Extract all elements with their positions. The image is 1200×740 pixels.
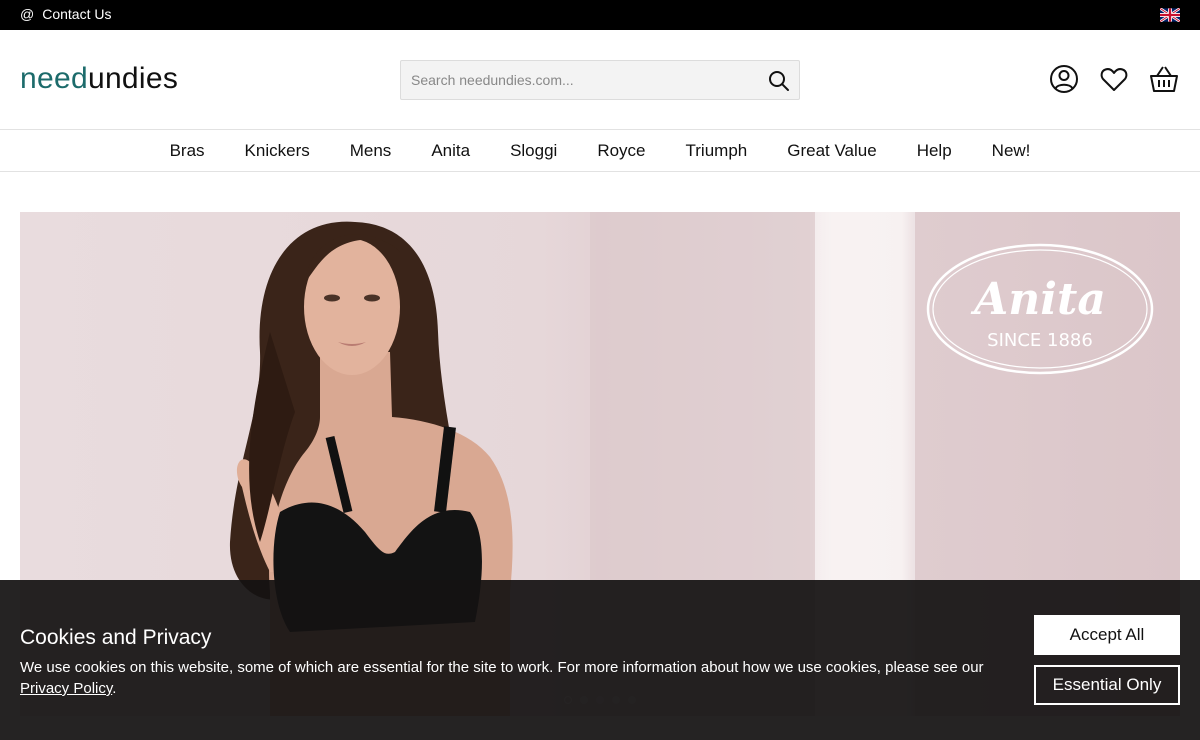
cookie-text: We use cookies on this website, some of … bbox=[20, 657, 1020, 699]
nav-item-mens[interactable]: Mens bbox=[350, 141, 392, 161]
header-icons bbox=[1048, 63, 1180, 95]
accept-all-button[interactable]: Accept All bbox=[1034, 615, 1180, 655]
anita-brand-logo: Anita SINCE 1886 bbox=[926, 243, 1154, 375]
site-logo[interactable]: needundies bbox=[20, 64, 178, 94]
account-icon[interactable] bbox=[1048, 63, 1080, 95]
cookie-text-end: . bbox=[112, 680, 117, 697]
site-header: needundies bbox=[0, 30, 1200, 130]
basket-icon[interactable] bbox=[1148, 63, 1180, 95]
nav-item-great-value[interactable]: Great Value bbox=[787, 141, 876, 161]
logo-part-undies: undies bbox=[87, 62, 179, 95]
nav-item-help[interactable]: Help bbox=[917, 141, 952, 161]
uk-flag-icon[interactable] bbox=[1160, 8, 1180, 22]
cookie-text-body: We use cookies on this website, some of … bbox=[20, 659, 984, 676]
nav-item-triumph[interactable]: Triumph bbox=[686, 141, 748, 161]
nav-item-royce[interactable]: Royce bbox=[597, 141, 645, 161]
privacy-policy-link[interactable]: Privacy Policy bbox=[20, 680, 112, 697]
search-input[interactable] bbox=[401, 61, 761, 99]
nav-item-anita[interactable]: Anita bbox=[431, 141, 470, 161]
at-icon: @ bbox=[20, 6, 35, 22]
main-navigation: Bras Knickers Mens Anita Sloggi Royce Tr… bbox=[0, 130, 1200, 172]
essential-only-button[interactable]: Essential Only bbox=[1034, 665, 1180, 705]
logo-part-need: need bbox=[20, 62, 88, 95]
search-box bbox=[400, 60, 800, 100]
nav-item-new[interactable]: New! bbox=[992, 141, 1031, 161]
nav-item-knickers[interactable]: Knickers bbox=[245, 141, 310, 161]
heart-icon[interactable] bbox=[1098, 63, 1130, 95]
search-icon[interactable] bbox=[767, 69, 791, 93]
nav-item-sloggi[interactable]: Sloggi bbox=[510, 141, 557, 161]
top-bar: @ Contact Us bbox=[0, 0, 1200, 30]
cookie-title: Cookies and Privacy bbox=[20, 626, 212, 649]
brand-name: Anita bbox=[970, 274, 1106, 325]
cookie-banner: Cookies and Privacy We use cookies on th… bbox=[0, 580, 1200, 740]
contact-us-link[interactable]: @ Contact Us bbox=[20, 6, 111, 22]
nav-item-bras[interactable]: Bras bbox=[170, 141, 205, 161]
contact-us-label: Contact Us bbox=[42, 6, 112, 22]
brand-since: SINCE 1886 bbox=[987, 330, 1093, 351]
